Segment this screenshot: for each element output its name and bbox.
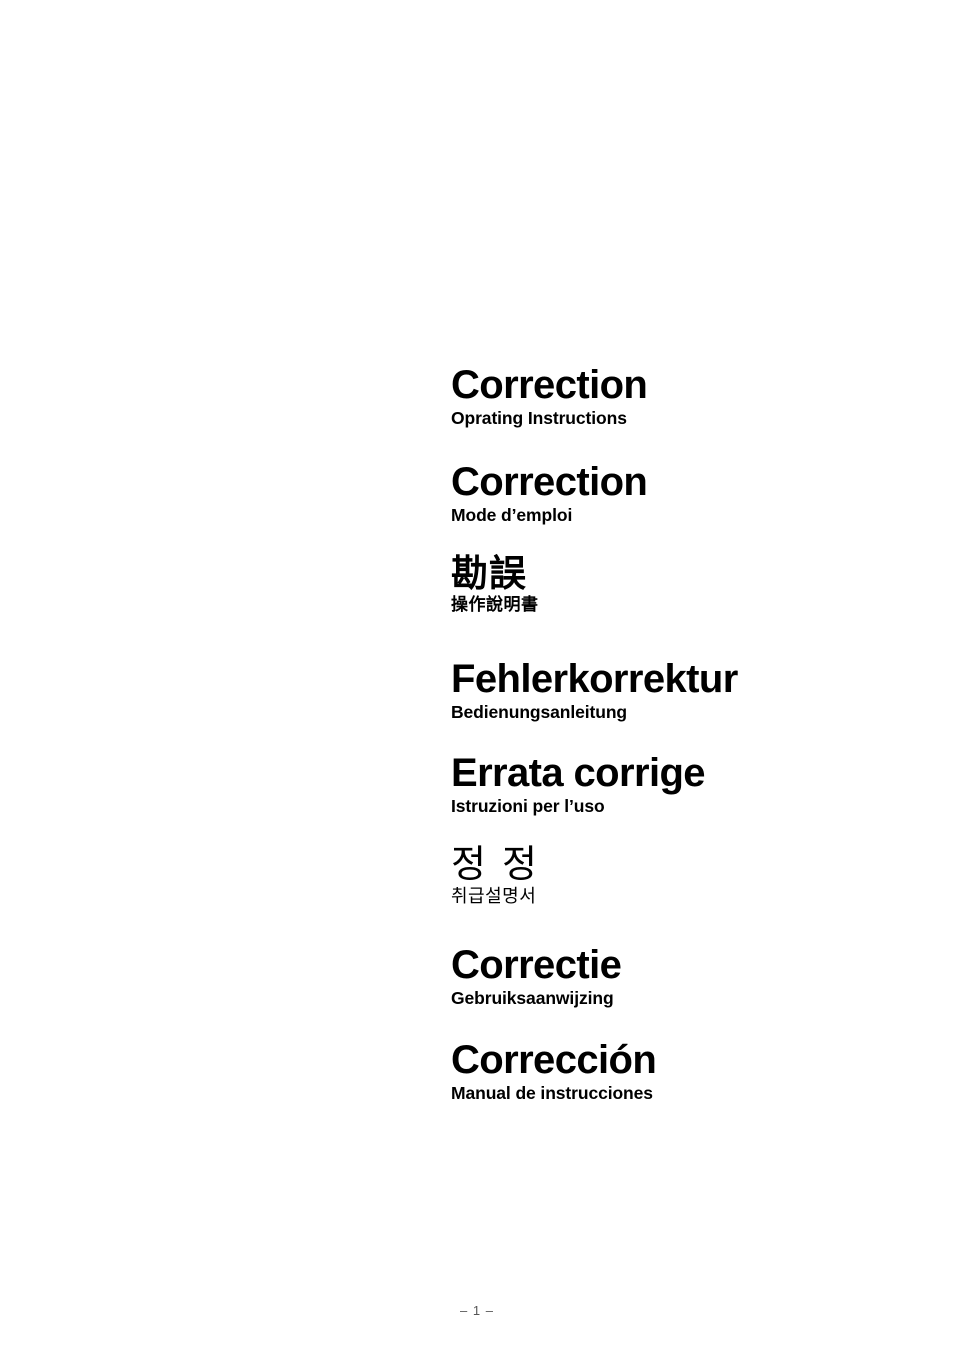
subtitle-french: Mode d’emploi [451,505,573,526]
page-number: – 1 – [460,1303,494,1318]
language-section-english: Correction Oprating Instructions [451,365,921,427]
language-section-german: Fehlerkorrektur Bedienungsanleitung [451,659,921,721]
subtitle-dutch: Gebruiksaanwijzing [451,988,614,1009]
language-section-italian: Errata corrige Istruzioni per l’uso [451,753,921,815]
page-footer: – 1 – [0,1302,954,1320]
title-italian: Errata corrige [451,750,706,795]
title-korean: 정 정 [451,842,539,887]
subtitle-italian: Istruzioni per l’uso [451,795,605,816]
language-section-dutch: Correctie Gebruiksaanwijzing [451,945,921,1007]
subtitle-english: Oprating Instructions [451,408,627,428]
document-page: Correction Oprating Instructions Correct… [0,0,954,1351]
subtitle-spanish: Manual de instrucciones [451,1082,653,1103]
language-section-chinese: 勘誤 操作說明書 [451,555,921,615]
multilingual-title-block: Correction Oprating Instructions Correct… [451,365,921,1102]
subtitle-korean: 취급설명서 [451,886,537,908]
subtitle-german: Bedienungsanleitung [451,701,628,722]
title-spanish: Corrección [451,1037,657,1082]
subtitle-chinese: 操作說明書 [451,594,539,615]
title-chinese: 勘誤 [451,551,527,595]
title-dutch: Correctie [451,943,622,988]
title-french: Correction [451,460,648,505]
title-english: Correction [451,363,648,407]
title-german: Fehlerkorrektur [451,656,738,701]
language-section-korean: 정 정 취급설명서 [451,845,921,907]
language-section-french: Correction Mode d’emploi [451,462,921,524]
language-section-spanish: Corrección Manual de instrucciones [451,1040,921,1102]
